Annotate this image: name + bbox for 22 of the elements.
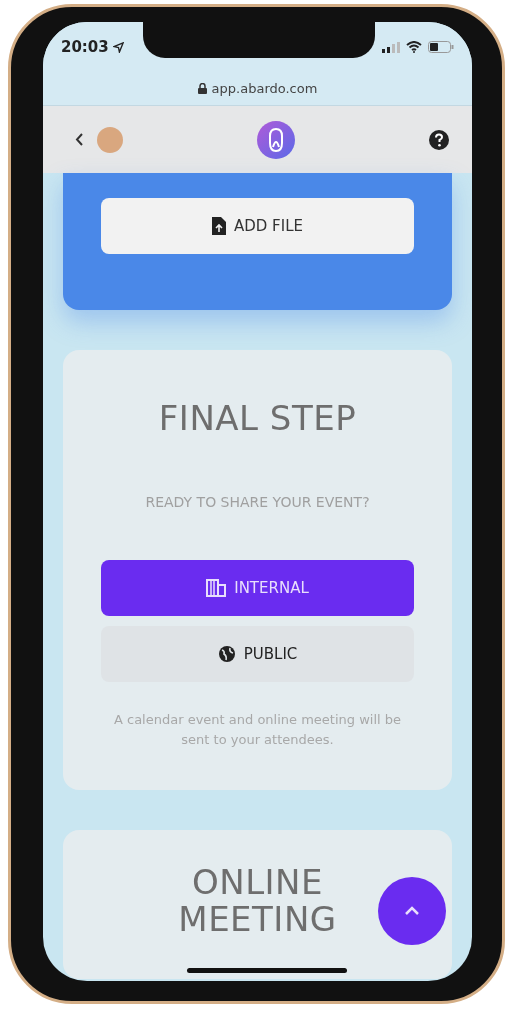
back-icon[interactable] [75,133,83,146]
lock-icon [197,83,207,94]
clock: 20:03 [61,38,124,56]
building-icon [206,579,227,597]
card-title: ONLINE MEETING [177,864,338,939]
signal-icon [382,41,400,53]
help-icon[interactable] [428,128,450,151]
card-subtitle: READY TO SHARE YOUR EVENT? [145,494,370,510]
share-option-button[interactable]: PUBLIC [101,626,414,682]
globe-icon [217,645,236,663]
wifi-icon [406,41,422,53]
chevron-up-icon [404,906,420,916]
battery-icon [428,41,454,53]
share-option-button[interactable]: INTERNAL [101,560,414,616]
card-title: FINAL STEP [158,398,357,438]
info-text: A calendar event and online meeting will be sent to your attendees. [112,711,403,749]
file-icon [212,217,226,235]
app-logo [256,120,295,159]
location-arrow-icon [112,41,124,53]
add-file-button[interactable]: ADD FILE [101,198,414,254]
address-bar[interactable]: app.abardo.com [43,72,472,106]
url-text: app.abardo.com [211,81,318,96]
